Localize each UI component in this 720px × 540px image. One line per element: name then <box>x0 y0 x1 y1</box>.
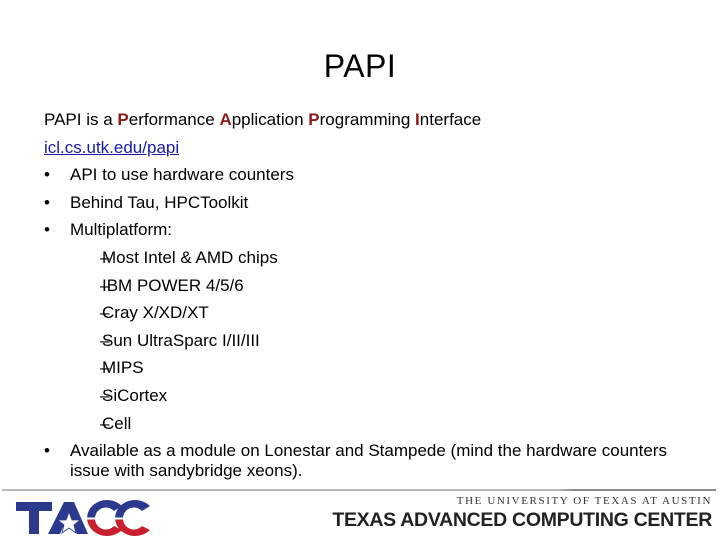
sub-bullet-item: – IBM POWER 4/5/6 <box>44 272 694 300</box>
link-line: icl.cs.utk.edu/papi <box>44 134 694 162</box>
slide-title: PAPI <box>323 48 397 84</box>
tacc-logo <box>16 500 150 536</box>
sub-bullet-text: Most Intel & AMD chips <box>102 247 278 267</box>
bullet-text: Multiplatform: <box>70 220 173 240</box>
bullet-text: Available as a module on Lonestar and St… <box>70 441 667 481</box>
bullet-item: • Multiplatform: <box>44 216 694 244</box>
word-performance: erformance <box>128 110 220 129</box>
bullet-text: Behind Tau, HPCToolkit <box>70 192 249 212</box>
intro-prefix: PAPI is a <box>44 110 118 129</box>
bullet-icon: • <box>44 165 50 185</box>
bullet-icon: • <box>44 192 50 212</box>
university-name: THE UNIVERSITY OF TEXAS AT AUSTIN <box>456 495 712 507</box>
papi-link[interactable]: icl.cs.utk.edu/papi <box>44 138 179 157</box>
word-programming: rogramming <box>319 110 416 129</box>
sub-bullet-text: SiCortex <box>102 385 168 405</box>
sub-bullet-item: – MIPS <box>44 354 694 382</box>
sub-bullet-item: – Most Intel & AMD chips <box>44 244 694 272</box>
intro-line: PAPI is a Performance Application Progra… <box>44 106 694 134</box>
center-name: TEXAS ADVANCED COMPUTING CENTER <box>332 509 712 531</box>
acronym-letter-p: P <box>117 110 129 129</box>
sub-bullet-text: Cell <box>102 413 132 433</box>
sub-bullet-item: – SiCortex <box>44 382 694 410</box>
sub-bullet-item: – Cray X/XD/XT <box>44 299 694 327</box>
sub-bullet-item: – Cell <box>44 410 694 438</box>
bullet-text: API to use hardware counters <box>70 165 294 185</box>
sub-bullet-text: Cray X/XD/XT <box>102 303 209 323</box>
acronym-letter-p2: P <box>308 110 320 129</box>
logo-letter-t <box>16 502 52 534</box>
sub-bullet-text: Sun UltraSparc I/II/III <box>102 330 260 350</box>
slide-body: PAPI is a Performance Application Progra… <box>44 106 694 481</box>
word-application: pplication <box>231 110 309 129</box>
bullet-icon: • <box>44 441 50 461</box>
footer-divider <box>2 489 716 491</box>
bullet-item: • API to use hardware counters <box>44 161 694 189</box>
sub-bullet-text: MIPS <box>102 358 144 378</box>
word-interface: nterface <box>419 110 482 129</box>
bullet-icon: • <box>44 220 50 240</box>
sub-bullet-item: – Sun UltraSparc I/II/III <box>44 327 694 355</box>
acronym-letter-a: A <box>219 110 232 129</box>
bullet-item: • Available as a module on Lonestar and … <box>44 437 694 481</box>
bullet-item: • Behind Tau, HPCToolkit <box>44 189 694 217</box>
sub-bullet-text: IBM POWER 4/5/6 <box>102 275 244 295</box>
